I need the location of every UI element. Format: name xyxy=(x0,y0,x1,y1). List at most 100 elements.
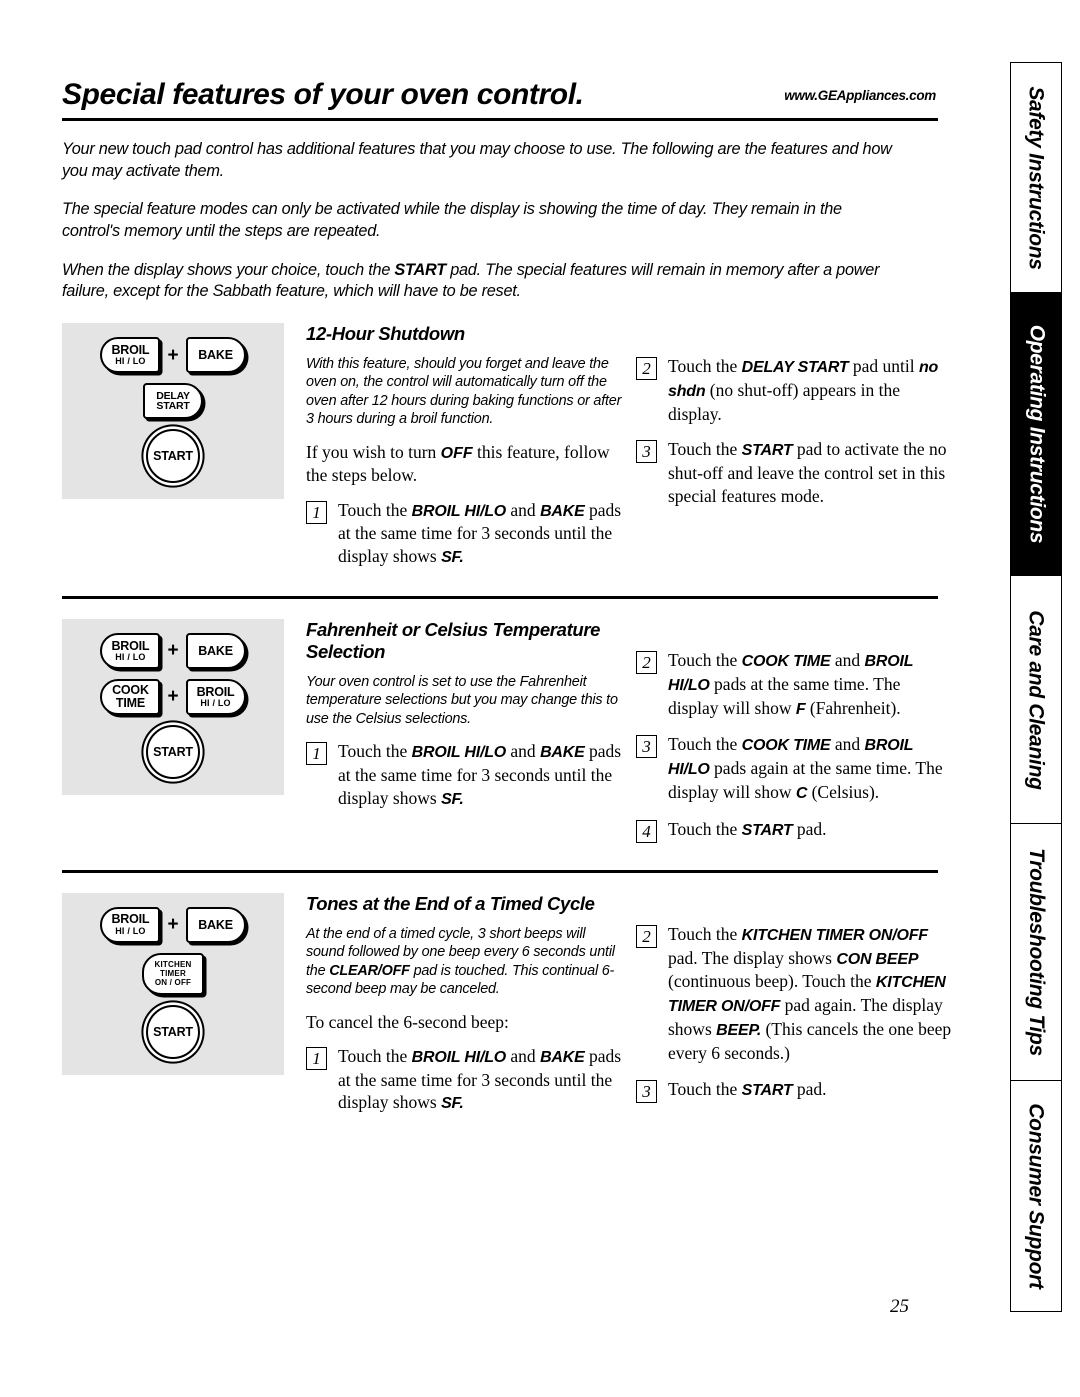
pad-bake[interactable]: BAKE xyxy=(185,337,246,374)
website-url[interactable]: www.GEAppliances.com xyxy=(784,88,938,103)
section-body: BROIL HI / LO + BAKE KITCHEN TIMER ON / … xyxy=(62,892,951,1128)
section-blurb: At the end of a timed cycle, 3 short bee… xyxy=(306,925,622,999)
pad-label-line2: HI / LO xyxy=(200,698,231,709)
pad-start[interactable]: START xyxy=(146,724,200,779)
plus-icon: + xyxy=(167,640,179,662)
page-number: 25 xyxy=(890,1296,909,1317)
step-part: Touch the xyxy=(668,923,742,944)
pad-label-line1: BAKE xyxy=(198,917,233,932)
step-text: Touch the START pad. xyxy=(668,818,827,842)
step-number: 2 xyxy=(636,357,657,381)
step-pad-name: BROIL HI/LO xyxy=(411,744,507,762)
pad-delay-start[interactable]: DELAY START xyxy=(143,383,203,420)
keypad-row: START xyxy=(62,429,284,484)
pad-bake[interactable]: BAKE xyxy=(185,906,246,943)
pad-label-line1: BAKE xyxy=(198,643,233,658)
plus-icon: + xyxy=(167,686,179,708)
step-item: 1 Touch the BROIL HI/LO and BAKE pads at… xyxy=(306,1045,622,1115)
keypad-row: BROIL HI / LO + BAKE xyxy=(62,632,284,669)
pad-start[interactable]: START xyxy=(146,429,200,484)
step-part: and xyxy=(506,1045,541,1066)
pad-label-line1: BROIL xyxy=(111,342,150,357)
intro-p3-part1: When the display shows your choice, touc… xyxy=(62,260,395,279)
section-text: Tones at the End of a Timed Cycle At the… xyxy=(306,893,954,1128)
keypad-diagram-shutdown: BROIL HI / LO + BAKE DELAY START START xyxy=(62,323,284,500)
section-lead: If you wish to turn OFF this feature, fo… xyxy=(306,441,622,487)
step-number: 1 xyxy=(306,500,327,524)
header-divider xyxy=(62,118,938,121)
section-text: Fahrenheit or Celsius Temperature Select… xyxy=(306,619,954,856)
step-text: Touch the DELAY START pad until no shdn … xyxy=(668,355,954,425)
step-pad-name: COOK TIME xyxy=(741,652,831,670)
step-part: Touch the xyxy=(668,818,742,839)
plus-icon: + xyxy=(167,914,179,936)
section-heading: Fahrenheit or Celsius Temperature Select… xyxy=(306,618,601,662)
step-pad-name: BAKE xyxy=(540,502,585,520)
sidebar-tab-operating-instructions[interactable]: Operating Instructions xyxy=(1010,292,1062,577)
sidebar-tab-troubleshooting-tips[interactable]: Troubleshooting Tips xyxy=(1010,823,1062,1082)
pad-label-line3: ON / OFF xyxy=(154,978,192,988)
pad-label-line2: TIME xyxy=(115,695,145,710)
step-part: pad. xyxy=(792,818,827,839)
step-display-code: CON BEEP xyxy=(836,950,919,968)
keypad-diagram-temperature: BROIL HI / LO + BAKE COOK TIME + BROIL H… xyxy=(62,618,284,795)
step-part: and xyxy=(830,649,865,670)
step-item: 3 Touch the START pad. xyxy=(636,1078,954,1103)
step-part: (Fahrenheit). xyxy=(805,697,901,718)
sidebar-tab-label: Operating Instructions xyxy=(1025,325,1048,544)
step-item: 3 Touch the COOK TIME and BROIL HI/LO pa… xyxy=(636,733,954,804)
step-pad-name: COOK TIME xyxy=(741,737,831,755)
section-heading: 12-Hour Shutdown xyxy=(306,323,465,345)
keypad-row: BROIL HI / LO + BAKE xyxy=(62,906,284,943)
pad-label-line2: HI / LO xyxy=(115,652,146,663)
step-part: pad. The display shows xyxy=(668,947,837,968)
step-part: and xyxy=(506,741,541,762)
blurb-pad-name: CLEAR/OFF xyxy=(329,962,410,979)
step-text: Touch the COOK TIME and BROIL HI/LO pads… xyxy=(668,649,954,720)
pad-start[interactable]: START xyxy=(146,1004,200,1059)
step-number: 3 xyxy=(636,735,657,759)
section-body: BROIL HI / LO + BAKE COOK TIME + BROIL H… xyxy=(62,618,943,856)
step-text: Touch the START pad. xyxy=(668,1078,827,1102)
pad-kitchen-timer-on-off[interactable]: KITCHEN TIMER ON / OFF xyxy=(142,952,204,995)
sidebar-tab-consumer-support[interactable]: Consumer Support xyxy=(1010,1079,1062,1312)
pad-label-line2: HI / LO xyxy=(115,925,146,936)
step-display-code: C xyxy=(795,784,808,802)
step-item: 1 Touch the BROIL HI/LO and BAKE pads at… xyxy=(306,499,622,569)
pad-label-line1: KITCHEN xyxy=(154,959,192,969)
sidebar-tab-label: Consumer Support xyxy=(1025,1102,1048,1289)
intro-paragraph-2: The special feature modes can only be ac… xyxy=(62,200,842,241)
step-pad-name: KITCHEN TIMER ON/OFF xyxy=(741,926,928,944)
step-pad-name: DELAY START xyxy=(741,359,849,377)
sidebar-tab-care-and-cleaning[interactable]: Care and Cleaning xyxy=(1010,574,1062,825)
step-pad-name: BAKE xyxy=(540,744,585,762)
page-title: Special features of your oven control. xyxy=(62,78,584,111)
keypad-row: DELAY START xyxy=(62,383,284,420)
page-header: Special features of your oven control. w… xyxy=(62,78,938,112)
pad-label-line1: BROIL xyxy=(196,684,235,699)
pad-broil-hi-lo[interactable]: BROIL HI / LO xyxy=(100,632,161,669)
step-part: and xyxy=(830,734,865,755)
pad-label-line2: TIMER xyxy=(160,969,186,979)
pad-broil-hi-lo[interactable]: BROIL HI / LO xyxy=(185,678,246,715)
text-column-right: 2 Touch the KITCHEN TIMER ON/OFF pad. Th… xyxy=(636,923,954,1128)
pad-bake[interactable]: BAKE xyxy=(185,632,246,669)
step-part: Touch the xyxy=(668,356,742,377)
pad-label-line2: START xyxy=(156,400,190,413)
section-fahrenheit-celsius: BROIL HI / LO + BAKE COOK TIME + BROIL H… xyxy=(62,618,943,873)
section-lead: To cancel the 6-second beep: xyxy=(306,1011,509,1032)
step-text: Touch the KITCHEN TIMER ON/OFF pad. The … xyxy=(668,923,954,1065)
pad-broil-hi-lo[interactable]: BROIL HI / LO xyxy=(100,337,161,374)
pad-cook-time[interactable]: COOK TIME xyxy=(100,678,161,715)
pad-broil-hi-lo[interactable]: BROIL HI / LO xyxy=(100,906,161,943)
section-body: BROIL HI / LO + BAKE DELAY START START 1… xyxy=(62,323,947,582)
step-part: (Celsius). xyxy=(807,781,880,802)
keypad-row: START xyxy=(62,1004,284,1059)
step-item: 2 Touch the KITCHEN TIMER ON/OFF pad. Th… xyxy=(636,923,954,1065)
section-12-hour-shutdown: BROIL HI / LO + BAKE DELAY START START 1… xyxy=(62,323,947,599)
step-item: 2 Touch the DELAY START pad until no shd… xyxy=(636,355,954,425)
sidebar-tab-safety-instructions[interactable]: Safety Instructions xyxy=(1010,62,1062,294)
section-tab-sidebar: Safety Instructions Operating Instructio… xyxy=(1010,62,1062,1314)
step-display-code: SF. xyxy=(441,1095,464,1113)
step-number: 2 xyxy=(636,924,657,948)
